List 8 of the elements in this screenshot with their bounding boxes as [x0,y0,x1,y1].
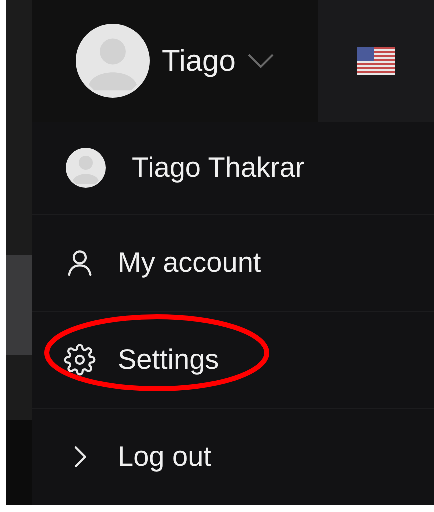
settings-icon [64,344,96,376]
avatar-icon [66,148,106,188]
chevron-down-icon [248,54,274,68]
menu-item[interactable]: My account [62,242,264,284]
menu-item[interactable]: Log out [62,436,214,478]
avatar-icon [76,24,150,98]
profile-name: Tiago Thakrar [132,151,305,185]
flag-icon[interactable] [357,47,395,75]
